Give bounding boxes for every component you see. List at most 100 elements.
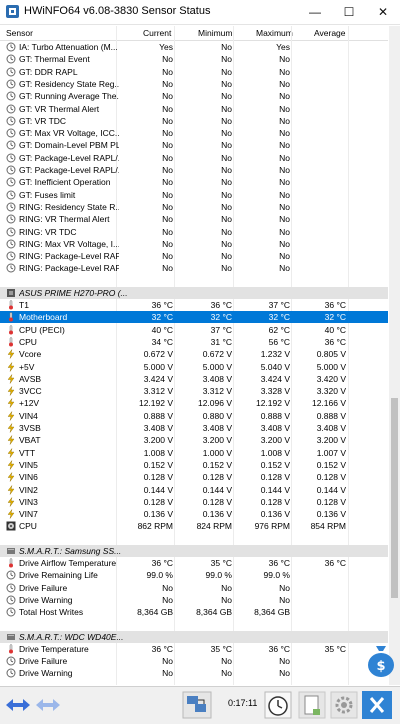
maximize-button[interactable]: ☐ xyxy=(332,0,366,24)
sensor-row[interactable]: Drive Warning No No No xyxy=(0,594,388,606)
sensor-row[interactable]: CPU 862 RPM 824 RPM 976 RPM 854 RPM xyxy=(0,520,388,532)
sensor-row[interactable]: VTT 1.008 V 1.000 V 1.008 V 1.007 V xyxy=(0,447,388,459)
nav-arrows-disabled-icon[interactable] xyxy=(34,691,62,719)
sensor-row[interactable]: +12V 12.192 V 12.096 V 12.192 V 12.166 V xyxy=(0,397,388,409)
current-value: No xyxy=(162,201,173,212)
sensor-row[interactable]: T1 36 °C 36 °C 37 °C 36 °C xyxy=(0,299,388,311)
sensor-row[interactable]: CPU (PECI) 40 °C 37 °C 62 °C 40 °C xyxy=(0,324,388,336)
header-average[interactable]: Average xyxy=(314,28,346,38)
network-computers-icon[interactable] xyxy=(182,691,212,719)
close-window-button[interactable]: ✕ xyxy=(366,0,400,24)
close-x-icon[interactable] xyxy=(362,691,392,719)
sensor-row[interactable]: VIN2 0.144 V 0.144 V 0.144 V 0.144 V xyxy=(0,484,388,496)
header-maximum[interactable]: Maximum xyxy=(256,28,293,38)
header-current[interactable]: Current xyxy=(143,28,171,38)
sensor-group-row[interactable]: ASUS PRIME H270-PRO (... xyxy=(0,286,388,299)
sensor-row[interactable]: +5V 5.000 V 5.000 V 5.040 V 5.000 V xyxy=(0,361,388,373)
sensor-row[interactable]: Drive Remaining Life 99.0 % 99.0 % 99.0 % xyxy=(0,569,388,581)
current-value: No xyxy=(162,668,173,679)
sensor-row[interactable]: GT: Inefficient Operation No No No xyxy=(0,176,388,188)
sensor-row[interactable]: RING: Package-Level RAP... No No No xyxy=(0,262,388,274)
hwinfo-app-icon xyxy=(6,5,19,18)
clock-icon xyxy=(6,42,16,52)
maximum-value: 36 °C xyxy=(268,643,290,654)
maximum-value: No xyxy=(279,582,290,593)
sensor-row[interactable]: Drive Temperature 36 °C 35 °C 36 °C 35 °C xyxy=(0,643,388,655)
maximum-value: Yes xyxy=(276,42,290,52)
current-value: 0.136 V xyxy=(143,509,173,520)
clock-icon xyxy=(6,239,16,249)
clock-icon xyxy=(6,202,16,212)
minimum-value: No xyxy=(221,594,232,605)
sensor-name: CPU xyxy=(19,521,37,532)
sensor-row[interactable]: GT: VR TDC No No No xyxy=(0,115,388,127)
minimum-value: No xyxy=(221,42,232,52)
sensor-row[interactable]: GT: Domain-Level PBM PLGT No No No xyxy=(0,139,388,151)
clock-icon xyxy=(6,104,16,114)
sensor-row[interactable]: Total Host Writes 8,364 GB 8,364 GB 8,364 G… xyxy=(0,606,388,618)
current-value: 1.008 V xyxy=(143,447,173,458)
average-value: 3.320 V xyxy=(316,386,346,397)
maximum-value: 1.008 V xyxy=(260,447,290,458)
sensor-row[interactable]: GT: Thermal Event No No No xyxy=(0,53,388,65)
sensor-row[interactable]: 3VCC 3.312 V 3.312 V 3.328 V 3.320 V xyxy=(0,385,388,397)
sensor-row[interactable]: RING: Residency State R... No No No xyxy=(0,201,388,213)
sensor-row[interactable]: VIN7 0.136 V 0.136 V 0.136 V 0.136 V xyxy=(0,508,388,520)
sensor-row[interactable]: RING: VR Thermal Alert No No No xyxy=(0,213,388,225)
sensor-row[interactable]: CPU 34 °C 31 °C 56 °C 36 °C xyxy=(0,336,388,348)
sensor-row[interactable]: IA: Turbo Attenuation (M... Yes No Yes xyxy=(0,41,388,53)
scrollbar-thumb[interactable] xyxy=(391,398,398,598)
sensor-row[interactable]: 3VSB 3.408 V 3.408 V 3.408 V 3.408 V xyxy=(0,422,388,434)
sensor-row[interactable]: RING: VR TDC No No No xyxy=(0,226,388,238)
sensor-name: VIN2 xyxy=(19,484,38,495)
sensor-row[interactable]: VBAT 3.200 V 3.200 V 3.200 V 3.200 V xyxy=(0,434,388,446)
voltage-bolt-icon xyxy=(6,497,16,507)
sensor-name: RING: VR Thermal Alert xyxy=(19,214,110,225)
maximum-value: 37 °C xyxy=(268,300,290,310)
sensor-row[interactable]: GT: Package-Level RAPL/... No No No xyxy=(0,164,388,176)
settings-gear-icon[interactable] xyxy=(330,691,358,719)
sensor-row[interactable]: VIN3 0.128 V 0.128 V 0.128 V 0.128 V xyxy=(0,496,388,508)
vertical-scrollbar[interactable] xyxy=(389,26,400,685)
sensor-row[interactable]: AVSB 3.424 V 3.408 V 3.424 V 3.420 V xyxy=(0,373,388,385)
clock-icon xyxy=(6,91,16,101)
sensor-group-row[interactable]: S.M.A.R.T.: Samsung SS... xyxy=(0,544,388,557)
sensor-row[interactable]: GT: DDR RAPL No No No xyxy=(0,66,388,78)
minimize-button[interactable]: — xyxy=(298,0,332,24)
maximum-value: 0.128 V xyxy=(260,496,290,507)
sensor-row[interactable]: RING: Max VR Voltage, I... No No No xyxy=(0,238,388,250)
sensor-row[interactable]: GT: Residency State Reg... No No No xyxy=(0,78,388,90)
sensor-group-row[interactable]: S.M.A.R.T.: WDC WD40E... xyxy=(0,630,388,643)
voltage-bolt-icon xyxy=(6,374,16,384)
sensor-row[interactable]: Drive Airflow Temperature 36 °C 35 °C 36 °C… xyxy=(0,557,388,569)
current-value: No xyxy=(162,189,173,200)
sensor-row[interactable]: Vcore 0.672 V 0.672 V 1.232 V 0.805 V xyxy=(0,348,388,360)
nav-arrows-icon[interactable] xyxy=(4,691,32,719)
sensor-row[interactable]: Motherboard 32 °C 32 °C 32 °C 32 °C xyxy=(0,311,388,324)
group-name: S.M.A.R.T.: Samsung SS... xyxy=(19,545,122,556)
sensor-name: GT: Thermal Event xyxy=(19,54,90,65)
average-value: 35 °C xyxy=(324,643,346,654)
report-icon[interactable] xyxy=(298,691,326,719)
sensor-row[interactable]: VIN6 0.128 V 0.128 V 0.128 V 0.128 V xyxy=(0,471,388,483)
sensor-row[interactable]: Drive Warning No No No xyxy=(0,667,388,679)
current-value: No xyxy=(162,91,173,102)
sensor-row[interactable]: VIN4 0.888 V 0.880 V 0.888 V 0.888 V xyxy=(0,410,388,422)
sensor-row[interactable]: GT: Max VR Voltage, ICC... No No No xyxy=(0,127,388,139)
stopwatch-icon[interactable] xyxy=(264,691,292,719)
header-sensor[interactable]: Sensor xyxy=(6,28,33,38)
sensor-row[interactable]: VIN5 0.152 V 0.152 V 0.152 V 0.152 V xyxy=(0,459,388,471)
header-minimum[interactable]: Minimum xyxy=(198,28,232,38)
sensor-row[interactable]: Drive Failure No No No xyxy=(0,655,388,667)
average-value: 1.007 V xyxy=(316,447,346,458)
sensor-row[interactable]: GT: Package-Level RAPL/... No No No xyxy=(0,152,388,164)
sensor-row[interactable]: RING: Package-Level RAP... No No No xyxy=(0,250,388,262)
minimum-value: No xyxy=(221,668,232,679)
sensor-name: GT: Domain-Level PBM PLGT xyxy=(19,140,119,151)
sensor-row[interactable]: Drive Failure No No No xyxy=(0,582,388,594)
sensor-row[interactable]: GT: Fuses limit No No No xyxy=(0,189,388,201)
sensor-row[interactable]: GT: Running Average The... No No No xyxy=(0,90,388,102)
sensor-row[interactable]: GT: VR Thermal Alert No No No xyxy=(0,103,388,115)
current-value: 40 °C xyxy=(151,324,173,335)
sensor-list[interactable]: IA: Turbo Attenuation (M... Yes No Yes GT: T… xyxy=(0,41,388,685)
